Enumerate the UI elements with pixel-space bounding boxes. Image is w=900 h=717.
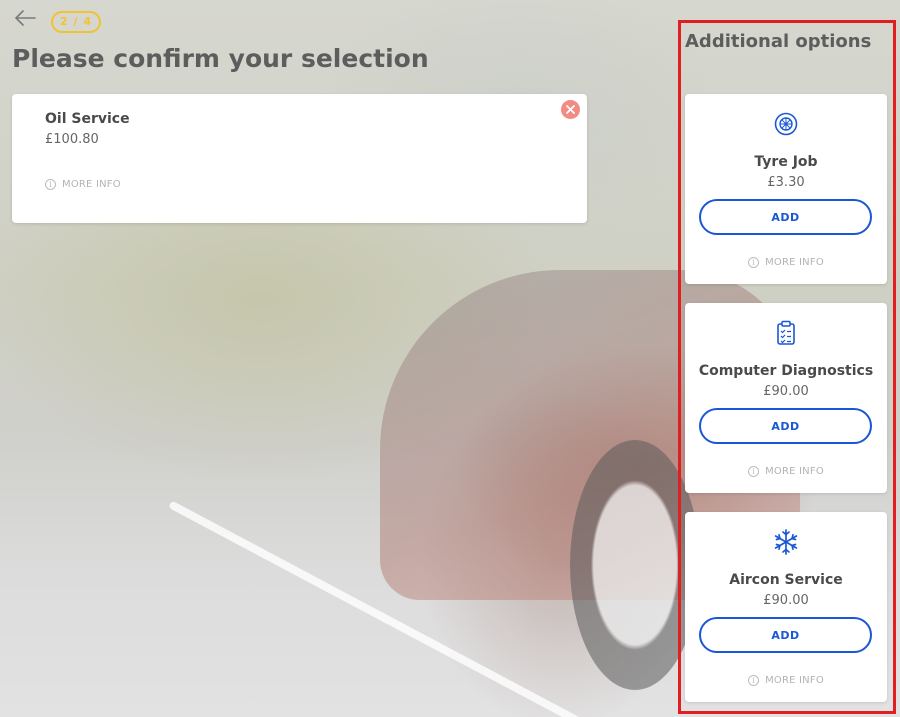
selected-service-card: Oil Service £100.80 i MORE INFO — [12, 94, 587, 223]
snowflake-icon — [685, 529, 887, 555]
more-info-link[interactable]: i MORE INFO — [45, 179, 121, 190]
selected-service-name: Oil Service — [45, 111, 130, 127]
option-price: £90.00 — [763, 593, 809, 608]
info-icon: i — [748, 257, 760, 268]
more-info-label: MORE INFO — [62, 179, 121, 190]
info-icon: i — [748, 675, 760, 686]
remove-service-button[interactable] — [561, 100, 580, 119]
add-tyre-job-button[interactable]: ADD — [699, 199, 872, 235]
step-badge: 2 / 4 — [51, 11, 101, 33]
more-info-link[interactable]: i MORE INFO — [685, 257, 887, 268]
selected-service-price: £100.80 — [45, 132, 99, 147]
more-info-label: MORE INFO — [765, 257, 824, 268]
car-wheel-image — [570, 440, 700, 690]
add-computer-diagnostics-button[interactable]: ADD — [699, 408, 872, 444]
option-card-tyre-job: Tyre Job £3.30 ADD i MORE INFO — [685, 94, 887, 284]
option-name: Computer Diagnostics — [698, 363, 874, 379]
info-icon: i — [748, 466, 760, 477]
option-name: Aircon Service — [729, 572, 843, 588]
option-name: Tyre Job — [754, 154, 818, 170]
more-info-label: MORE INFO — [765, 466, 824, 477]
option-price: £3.30 — [767, 175, 805, 190]
tyre-icon — [685, 111, 887, 137]
info-icon: i — [45, 179, 56, 190]
option-card-computer-diagnostics: Computer Diagnostics £90.00 ADD i MORE I… — [685, 303, 887, 493]
more-info-label: MORE INFO — [765, 675, 824, 686]
option-card-aircon-service: Aircon Service £90.00 ADD i MORE INFO — [685, 512, 887, 702]
more-info-link[interactable]: i MORE INFO — [685, 675, 887, 686]
close-icon — [566, 105, 575, 114]
page-title: Please confirm your selection — [12, 44, 429, 73]
arrow-left-icon — [14, 10, 36, 26]
option-price: £90.00 — [763, 384, 809, 399]
additional-options-title: Additional options — [685, 31, 872, 52]
add-aircon-service-button[interactable]: ADD — [699, 617, 872, 653]
back-arrow-icon[interactable] — [14, 8, 40, 32]
clipboard-icon — [685, 320, 887, 346]
more-info-link[interactable]: i MORE INFO — [685, 466, 887, 477]
